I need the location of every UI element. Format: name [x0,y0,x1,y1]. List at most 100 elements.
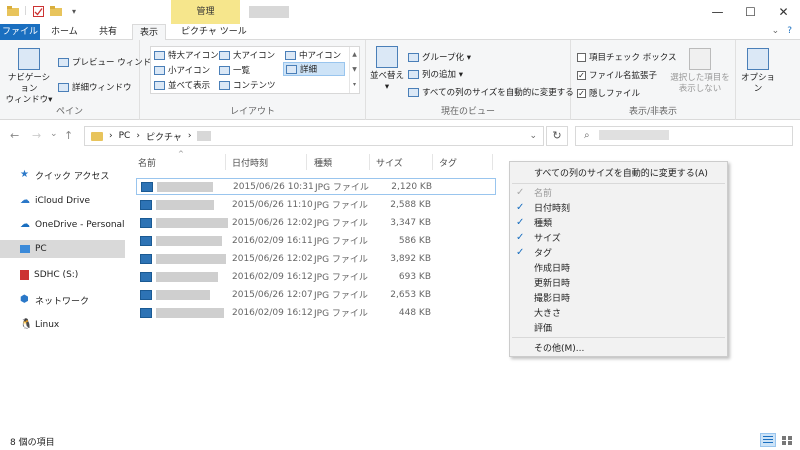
menu-item-autosize-columns[interactable]: すべての列のサイズを自動的に変更する(A) [510,165,727,180]
nav-item-linux[interactable]: 🐧 Linux [0,316,125,334]
column-separator[interactable] [432,154,433,170]
help-icon[interactable]: ? [787,26,792,36]
group-by-button[interactable]: グループ化 ▾ [408,51,471,63]
table-row[interactable]: 2015/06/26 12:07 JPG ファイル 2,653 KB [136,286,496,303]
options-button[interactable]: オプション [738,48,778,95]
recent-locations-button[interactable]: ⌄ [50,129,58,139]
check-icon: ✓ [516,217,525,228]
back-button[interactable]: ← [10,129,19,142]
layout-details[interactable]: 詳細 [283,62,345,76]
column-header-tag[interactable]: タグ [439,156,457,169]
address-field[interactable]: › PC › ピクチャ › ⌄ [84,126,544,146]
table-row[interactable]: 2016/02/09 16:11 JPG ファイル 586 KB [136,232,496,249]
table-row[interactable]: 2015/06/26 12:02 JPG ファイル 3,892 KB [136,250,496,267]
file-type: JPG ファイル [314,309,368,319]
layout-tiles[interactable]: 並べて表示 [154,79,210,91]
tab-file[interactable]: ファイル [0,24,40,40]
add-columns-label: 列の追加 ▾ [422,70,463,80]
menu-item-size[interactable]: ✓ サイズ [510,230,727,245]
details-pane-button[interactable]: 詳細ウィンドウ [58,81,132,93]
layout-scroll[interactable]: ▲ ▼ ▾ [349,47,359,93]
refresh-button[interactable]: ↻ [546,126,568,146]
tiles-icon [154,80,165,90]
nav-item-sdhc[interactable]: SDHC (S:) [0,266,125,284]
jpg-file-icon [140,235,152,246]
item-checkboxes-toggle[interactable]: 項目チェック ボックス [577,51,676,63]
menu-item-tag[interactable]: ✓ タグ [510,245,727,260]
file-name-redacted [156,235,222,246]
table-row[interactable]: 2015/06/26 11:10 JPG ファイル 2,588 KB [136,196,496,213]
table-row[interactable]: 2016/02/09 16:12 JPG ファイル 448 KB [136,304,496,321]
folder-icon[interactable] [6,4,20,18]
menu-item-type[interactable]: ✓ 種類 [510,215,727,230]
breadcrumb-separator: › [136,131,140,141]
menu-item-rating[interactable]: 評価 [510,320,727,335]
properties-icon[interactable] [31,4,45,18]
chevron-down-icon: ▾ [384,82,390,92]
breadcrumb-pictures[interactable]: ピクチャ [146,130,182,143]
tab-view[interactable]: 表示 [132,24,167,41]
up-button[interactable]: ↑ [64,129,73,142]
table-row[interactable]: 2015/06/26 10:31 JPG ファイル 2,120 KB [136,178,496,195]
nav-item-network[interactable]: ⬢ ネットワーク [0,291,125,309]
jpg-file-icon [141,181,153,192]
large-icons-view-button[interactable] [779,433,795,447]
layout-list[interactable]: 一覧 [219,64,250,76]
sort-by-button[interactable]: 並べ替え ▾ [370,46,404,93]
search-input[interactable]: ⌕ [575,126,793,146]
navigation-pane-label: ナビゲーション [7,73,51,94]
layout-extra-large-icons[interactable]: 特大アイコン [154,49,219,61]
hidden-items-toggle[interactable]: ✓ 隠しファイル [577,87,640,99]
layout-medium-icons[interactable]: 中アイコン [285,49,341,61]
menu-item-date[interactable]: ✓ 日付時刻 [510,200,727,215]
menu-separator [512,337,725,338]
nav-item-pc[interactable]: PC [0,240,125,258]
column-separator[interactable] [225,154,226,170]
column-header-date[interactable]: 日付時刻 [232,156,268,169]
chevron-down-icon[interactable]: ⌄ [529,131,537,141]
file-extensions-toggle[interactable]: ✓ ファイル名拡張子 [577,69,657,81]
navigation-pane: ★ クイック アクセス ☁ iCloud Drive ☁ OneDrive - … [0,152,125,422]
add-columns-button[interactable]: 列の追加 ▾ [408,68,463,80]
chevron-down-icon[interactable]: ▾ [67,4,81,18]
nav-item-onedrive[interactable]: ☁ OneDrive - Personal [0,216,125,234]
menu-item-dimensions[interactable]: 大きさ [510,305,727,320]
column-separator[interactable] [306,154,307,170]
hide-selected-button[interactable]: 選択した項目を 表示しない [669,48,731,95]
file-type: JPG ファイル [314,273,368,283]
tab-picture-tools[interactable]: ピクチャ ツール [174,24,254,40]
small-icons-icon [154,65,165,75]
column-header-name[interactable]: 名前 [138,156,156,169]
menu-item-more[interactable]: その他(M)... [510,340,727,355]
column-separator[interactable] [492,154,493,170]
column-separator[interactable] [369,154,370,170]
navigation-pane-button[interactable]: ナビゲーション ウィンドウ▾ [4,48,54,106]
column-header-type[interactable]: 種類 [314,156,332,169]
chevron-down-icon[interactable]: ⌄ [772,26,780,36]
new-folder-icon[interactable] [49,4,63,18]
minimize-button[interactable]: — [701,0,734,24]
autosize-columns-button[interactable]: すべての列のサイズを自動的に変更する [408,86,574,98]
close-button[interactable]: ✕ [767,0,800,24]
tab-share[interactable]: 共有 [92,24,124,40]
nav-item-quick-access[interactable]: ★ クイック アクセス [0,166,125,184]
tab-home[interactable]: ホーム [44,24,85,40]
maximize-button[interactable]: ☐ [734,0,767,24]
table-row[interactable]: 2015/06/26 12:02 JPG ファイル 3,347 KB [136,214,496,231]
menu-item-modified[interactable]: 更新日時 [510,275,727,290]
breadcrumb-pc[interactable]: PC [119,131,131,141]
menu-item-date-taken[interactable]: 撮影日時 [510,290,727,305]
table-row[interactable]: 2016/02/09 16:12 JPG ファイル 693 KB [136,268,496,285]
file-name-redacted [156,271,218,282]
details-pane-icon [58,82,69,92]
layout-content[interactable]: コンテンツ [219,79,276,91]
nav-item-icloud-drive[interactable]: ☁ iCloud Drive [0,192,125,210]
details-view-button[interactable] [760,433,776,447]
layout-small-icons[interactable]: 小アイコン [154,64,210,76]
forward-button[interactable]: → [32,129,41,142]
column-header-size[interactable]: サイズ [376,156,403,169]
layout-large-icons[interactable]: 大アイコン [219,49,275,61]
file-date: 2015/06/26 11:10 [232,199,313,210]
menu-item-created[interactable]: 作成日時 [510,260,727,275]
add-columns-icon [408,69,419,79]
